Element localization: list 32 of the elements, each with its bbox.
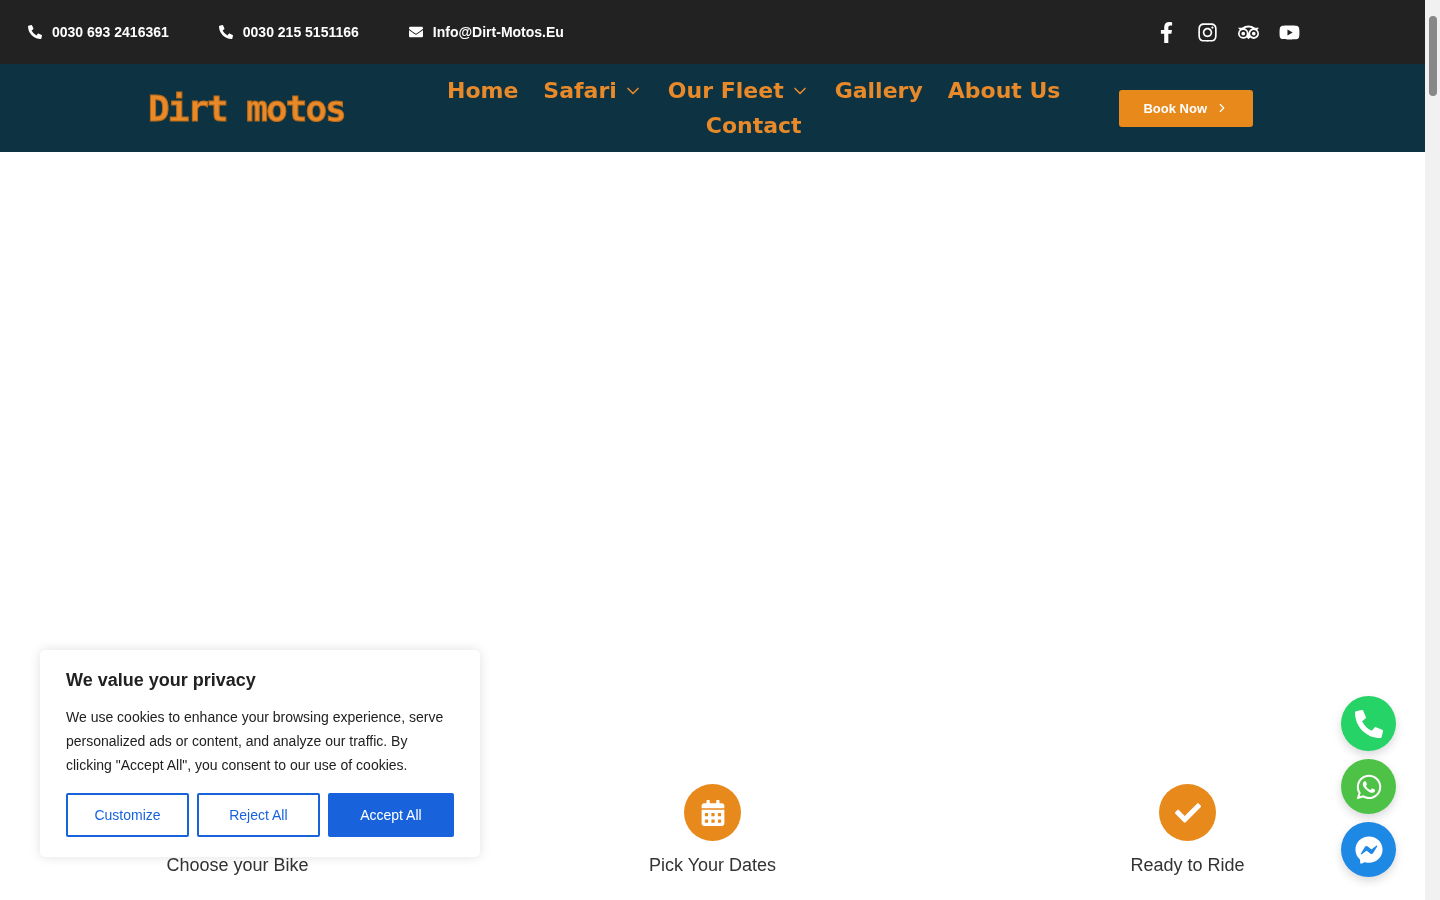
envelope-icon xyxy=(408,25,423,39)
messenger-icon xyxy=(1354,835,1383,864)
whatsapp-button[interactable] xyxy=(1341,759,1396,814)
nav-link[interactable]: Home xyxy=(446,78,519,103)
nav-link[interactable]: Gallery xyxy=(834,78,923,103)
scrollbar[interactable] xyxy=(1425,0,1440,900)
step-label: Ready to Ride xyxy=(1130,855,1245,876)
instagram-icon[interactable] xyxy=(1197,21,1218,43)
nav-link[interactable]: Safari xyxy=(543,78,643,103)
calendar-icon xyxy=(699,799,726,826)
cookie-button[interactable]: Accept All xyxy=(327,793,454,837)
email-address[interactable]: Info@Dirt-Motos.Eu xyxy=(408,24,564,40)
step-label: Pick Your Dates xyxy=(648,855,777,876)
phone-number[interactable]: 0030 215 5151166 xyxy=(218,24,359,40)
phone-icon xyxy=(28,25,42,39)
cookie-text: We use cookies to enhance your browsing experience, serve personalized ads or content, and analyze our traffic. By clicking "Accept All", you consent to our use of cookies. xyxy=(66,708,445,775)
nav-link[interactable]: About Us xyxy=(947,78,1061,103)
phone-number[interactable]: 0030 693 2416361 xyxy=(28,24,169,40)
phone-icon xyxy=(1354,709,1383,738)
whatsapp-icon xyxy=(1354,772,1383,801)
cookie-button[interactable]: Reject All xyxy=(196,793,320,837)
messenger-button[interactable] xyxy=(1341,822,1396,877)
phone-icon xyxy=(218,25,233,39)
logo[interactable]: Dirt motos xyxy=(148,87,388,129)
nav-link[interactable]: Contact xyxy=(705,113,802,138)
cookie-title: We value your privacy xyxy=(66,670,257,691)
nav-link[interactable]: Our Fleet xyxy=(667,78,810,103)
cookie-button[interactable]: Customize xyxy=(66,793,189,837)
step-label: Choose your Bike xyxy=(166,855,309,876)
scrollbar-thumb[interactable] xyxy=(1428,16,1437,96)
book-now-button[interactable]: Book Now xyxy=(1119,89,1253,127)
phone-button[interactable] xyxy=(1341,696,1396,751)
